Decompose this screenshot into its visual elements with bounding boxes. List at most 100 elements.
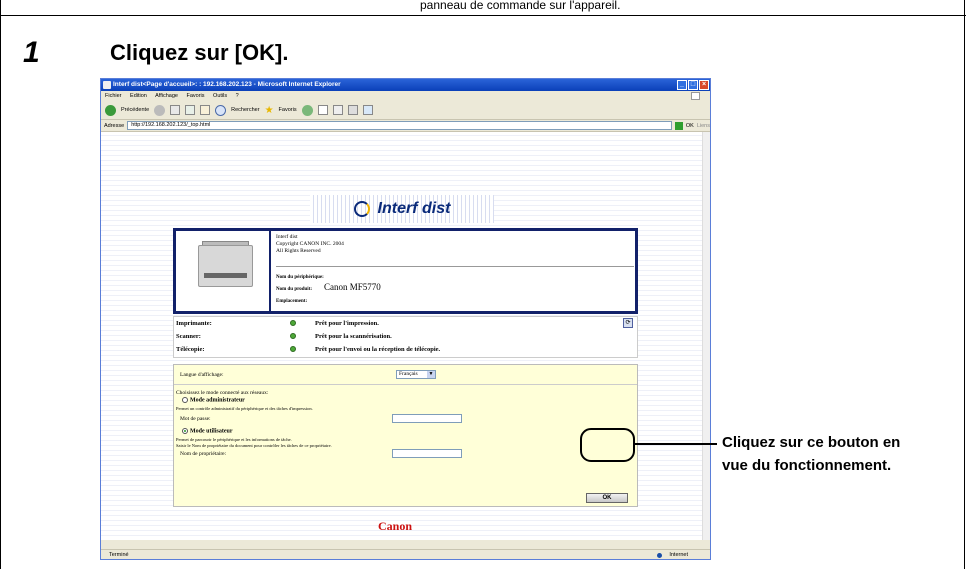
status-zone-text: Internet [669, 552, 688, 558]
page-frame-left [0, 0, 1, 569]
admin-mode-option[interactable]: Mode administrateur [182, 397, 245, 403]
status-row: Imprimante: Prêt pour l'impression. ⟳ [174, 317, 639, 330]
menu-bar: Fichier Edition Affichage Favoris Outils… [101, 91, 710, 101]
status-message: Prêt pour l'envoi ou la réception de tél… [315, 346, 441, 353]
ok-button-highlight [580, 428, 635, 462]
mail-icon[interactable] [317, 105, 328, 115]
status-label: Imprimante: [176, 320, 212, 327]
status-label: Télécopie: [176, 346, 205, 353]
browser-window: Interf dist<Page d'accueil>: : 192.168.2… [100, 78, 711, 560]
printer-tray [204, 273, 247, 278]
window-controls: _ □ × [677, 80, 709, 90]
go-arrow-icon[interactable] [674, 121, 683, 130]
chevron-down-icon[interactable]: ▼ [427, 371, 435, 378]
status-message: Prêt pour l'impression. [315, 320, 379, 327]
status-label: Scanner: [176, 333, 201, 340]
status-done-text: Terminé [109, 552, 129, 558]
stop-icon[interactable] [170, 105, 181, 115]
messenger-icon[interactable] [362, 105, 373, 115]
history-icon[interactable] [301, 104, 313, 116]
choose-mode-label: Choisissez le mode connecté aux réseaux: [176, 390, 269, 396]
device-info-box: Interf dist Copyright CANON INC. 2004 Al… [173, 228, 638, 314]
edit-icon[interactable] [347, 105, 358, 115]
close-icon[interactable]: × [699, 80, 709, 90]
admin-mode-radio[interactable] [182, 397, 188, 403]
print-icon[interactable] [332, 105, 343, 115]
favorites-star-icon[interactable]: ★ [265, 101, 274, 120]
status-message: Prêt pour la scannérisation. [315, 333, 392, 340]
refresh-icon[interactable] [185, 105, 196, 115]
browser-title: Interf dist<Page d'accueil>: : 192.168.2… [113, 81, 341, 88]
menu-edition[interactable]: Edition [130, 93, 147, 99]
favorites-label[interactable]: Favoris [279, 101, 297, 120]
language-label: Langue d'affichage: [180, 372, 224, 378]
page-frame-right [964, 0, 965, 569]
printer-body [198, 245, 253, 287]
step-title: Cliquez sur [OK]. [110, 40, 289, 65]
minimize-icon[interactable]: _ [677, 80, 687, 90]
banner: Interf dist [310, 195, 494, 223]
owner-name-label: Nom de propriétaire: [180, 451, 227, 457]
status-ok-icon [290, 346, 296, 352]
user-mode-description-2: Saisir le Nom de propriétaire du documen… [176, 443, 332, 448]
printer-image [176, 231, 271, 311]
password-input[interactable] [392, 414, 462, 423]
menu-affichage[interactable]: Affichage [155, 93, 178, 99]
address-label: Adresse [104, 122, 125, 129]
search-label[interactable]: Rechercher [231, 101, 259, 120]
maximize-icon[interactable]: □ [688, 80, 698, 90]
device-line-2: Copyright CANON INC. 2004 [276, 241, 344, 247]
device-divider [276, 266, 634, 267]
search-icon[interactable] [215, 104, 227, 116]
interf-logo-icon [353, 201, 370, 217]
status-row: Scanner: Prêt pour la scannérisation. [174, 330, 639, 343]
manual-page: panneau de commande sur l'appareil. 1 Cl… [0, 0, 966, 569]
address-input[interactable]: http://192.168.202.123/_top.html [127, 121, 672, 130]
forward-arrow-icon[interactable] [154, 104, 166, 116]
home-icon[interactable] [200, 105, 211, 115]
canon-logo: Canon [378, 519, 413, 533]
user-mode-option[interactable]: Mode utilisateur [182, 428, 233, 434]
internet-zone-icon [657, 553, 662, 558]
toolbar: Précédente Rechercher ★ Favoris [101, 101, 710, 120]
links-label[interactable]: Liens [697, 120, 710, 132]
ok-button[interactable]: OK [586, 493, 628, 503]
owner-name-input[interactable] [392, 449, 462, 458]
ok-button-wrapper: OK [582, 491, 632, 505]
device-line-3: All Rights Reserved [276, 248, 321, 254]
status-ok-icon [290, 333, 296, 339]
user-mode-radio[interactable] [182, 428, 188, 434]
page-content: Interf dist Interf dist Copyright CANON … [101, 132, 710, 540]
step-number: 1 [23, 36, 40, 69]
top-caption: panneau de commande sur l'appareil. [420, 0, 621, 12]
menu-fichier[interactable]: Fichier [105, 93, 122, 99]
location-label: Emplacement: [276, 299, 308, 304]
language-select[interactable]: Français ▼ [396, 370, 436, 379]
callout-text: Cliquez sur ce bouton en vue du fonction… [722, 434, 901, 474]
device-name-label: Nom du périphérique: [276, 275, 324, 280]
banner-title: Interf dist [377, 200, 451, 217]
user-mode-label: Mode utilisateur [190, 428, 233, 435]
menu-outils[interactable]: Outils [213, 93, 227, 99]
status-ok-icon [290, 320, 296, 326]
status-row: Télécopie: Prêt pour l'envoi ou la récep… [174, 343, 639, 356]
product-name-value: Canon MF5770 [324, 282, 381, 292]
login-box: Langue d'affichage: Français ▼ Choisisse… [173, 364, 638, 507]
menu-favoris[interactable]: Favoris [186, 93, 204, 99]
language-select-value: Français [399, 371, 418, 377]
windows-logo-icon [691, 92, 700, 100]
address-bar: Adresse http://192.168.202.123/_top.html… [101, 120, 710, 132]
menu-help[interactable]: ? [236, 93, 239, 99]
callout-leader-line [635, 443, 717, 445]
back-label[interactable]: Précédente [121, 101, 149, 120]
login-divider [174, 384, 637, 385]
back-arrow-icon[interactable] [105, 104, 116, 116]
product-name-label: Nom du produit: [276, 287, 313, 292]
vertical-scrollbar[interactable] [702, 132, 710, 540]
go-label[interactable]: OK [686, 120, 694, 132]
admin-mode-description: Permet un contrôle administratif du péri… [176, 406, 313, 411]
browser-status-bar: Terminé Internet [101, 549, 710, 559]
refresh-status-icon[interactable]: ⟳ [623, 318, 633, 328]
ie-app-icon [103, 81, 111, 89]
status-box: Imprimante: Prêt pour l'impression. ⟳ Sc… [173, 316, 638, 358]
